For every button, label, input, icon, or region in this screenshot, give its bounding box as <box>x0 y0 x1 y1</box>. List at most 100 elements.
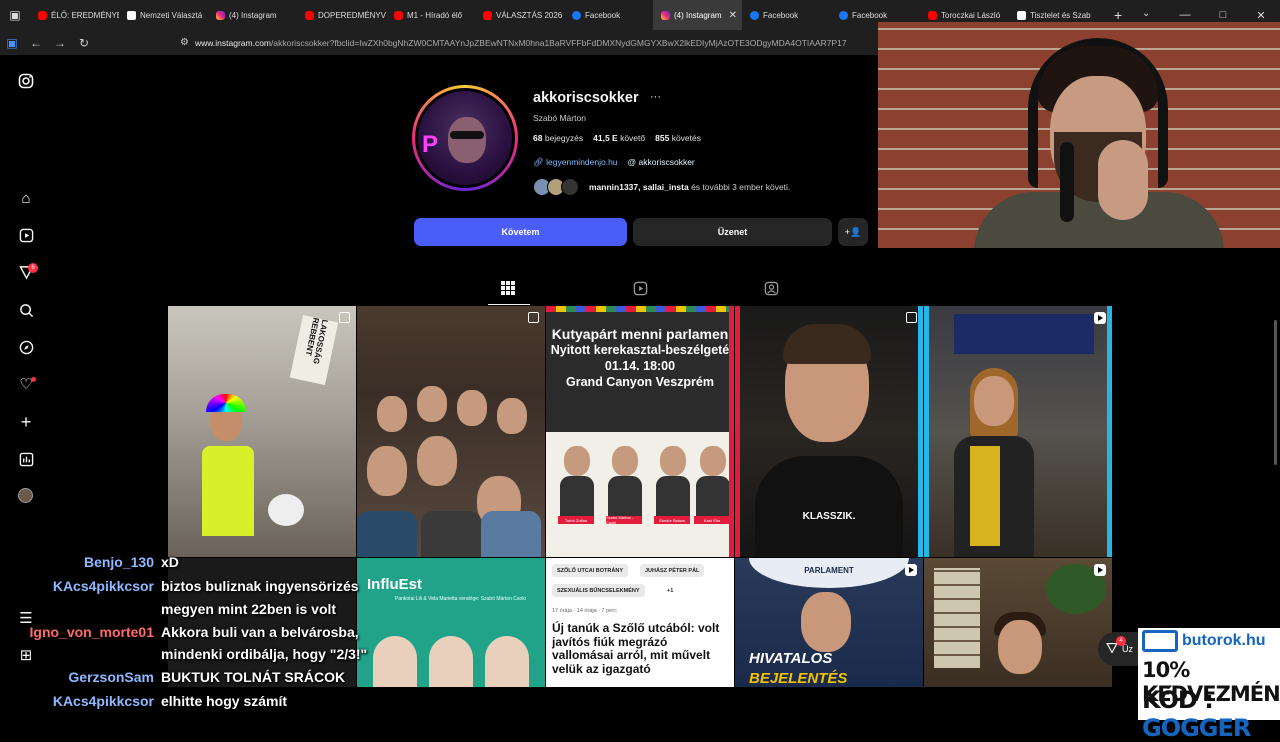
messages-badge: 4 <box>1116 636 1126 646</box>
speaker-tag: Sándor Balázs <box>654 516 690 524</box>
post-tile[interactable]: LAKOSSÁG REBBENT <box>168 306 356 557</box>
instagram-logo-icon[interactable] <box>17 72 35 90</box>
profile-avatar[interactable] <box>18 488 33 503</box>
post-tile[interactable]: Kutyapárt menni parlamen Nyitott kerekas… <box>546 306 734 557</box>
influest-logo: InfluEst <box>367 576 422 593</box>
tab-reels-icon[interactable] <box>633 281 648 299</box>
youtube-icon <box>38 10 47 20</box>
post-tile[interactable] <box>924 558 1112 687</box>
home-icon[interactable]: ⌂ <box>17 189 35 207</box>
chat-message: elhitte hogy számít <box>161 693 288 709</box>
browser-tab[interactable]: M1 - Híradó élő <box>386 0 475 30</box>
browser-tab[interactable]: Facebook <box>742 0 831 30</box>
youtube-icon <box>483 10 492 20</box>
reel-play-icon <box>905 564 917 576</box>
post-tile[interactable] <box>357 306 545 557</box>
tab-title: Nemzeti Választá <box>140 10 203 20</box>
post-title: HIVATALOS <box>749 650 833 667</box>
notification-dot <box>31 377 36 382</box>
post-tile[interactable] <box>924 306 1112 557</box>
instagram-icon <box>216 10 225 20</box>
more-options-icon[interactable]: ··· <box>650 91 661 103</box>
followed-by[interactable]: mannin1337, sallai_insta és további 3 em… <box>533 178 790 196</box>
sofa-logo-icon <box>1142 630 1178 652</box>
chat-username: Benjo_130 <box>83 554 154 570</box>
tab-title: (4) Instagram <box>229 10 277 20</box>
tab-actions-menu-icon[interactable]: ▣ <box>0 0 30 30</box>
create-plus-icon[interactable]: + <box>17 412 35 432</box>
youtube-icon <box>394 10 403 20</box>
suggest-user-button[interactable]: +👤 <box>838 218 868 246</box>
post-tile[interactable]: KLASSZIK. <box>735 306 923 557</box>
chat-message: mindenki ordibálja, hogy "2/3!" <box>161 646 368 662</box>
website-link[interactable]: 🔗︎ legyenmindenjo.hu <box>533 157 618 168</box>
post-tile[interactable]: PARLAMENT HIVATALOS BEJELENTÉS <box>735 558 923 687</box>
sponsor-brand: butorok.hu <box>1182 632 1266 649</box>
reel-play-icon <box>1094 312 1106 324</box>
event-time: 01.14. 18:00 <box>604 359 676 373</box>
sponsor-banner: butorok.hu 10% KEDVEZMÉNY KÓD : GOGGER <box>1138 628 1280 742</box>
follower-avatar <box>561 178 579 196</box>
chat-username: KAcs4pikkcsor <box>52 693 154 709</box>
explore-icon[interactable] <box>17 338 35 356</box>
facebook-icon <box>839 10 848 20</box>
event-subtitle: Nyitott kerekasztal-beszélgeté <box>550 343 730 357</box>
post-tile[interactable]: InfluEst Pankotai Lili & Vida Marietta v… <box>357 558 545 687</box>
tab-title: DOPEREDMÉNYV <box>318 10 386 20</box>
tab-title: VÁLASZTÁS 2026 <box>496 10 563 20</box>
following-stat[interactable]: 855 követés <box>655 133 701 143</box>
tab-title: M1 - Híradó élő <box>407 10 463 20</box>
notification-badge: 6 <box>28 263 38 273</box>
dashboard-icon[interactable] <box>17 450 35 468</box>
profile-links: 🔗︎ legyenmindenjo.hu @ akkoriscsokker <box>533 157 695 168</box>
youtube-icon <box>928 10 937 20</box>
maximize-icon[interactable]: □ <box>1204 9 1242 21</box>
browser-tab[interactable]: Facebook <box>564 0 653 30</box>
browser-tab[interactable]: ÉLŐ: EREDMÉNYE <box>30 0 119 30</box>
chat-message: xD <box>161 554 179 570</box>
chat-message: Akkora buli van a belvárosba, <box>161 624 359 640</box>
browser-tab[interactable]: Nemzeti Választá <box>119 0 208 30</box>
browser-tab[interactable]: VÁLASZTÁS 2026 <box>475 0 564 30</box>
post-meta: 17 órája · 14 órája · 7 perc <box>552 608 617 614</box>
profile-username: akkoriscsokker <box>533 90 639 106</box>
forward-icon[interactable]: → <box>48 36 72 50</box>
scrollbar[interactable] <box>1274 320 1277 465</box>
back-icon[interactable]: ← <box>24 36 48 50</box>
followers-stat[interactable]: 41,5 E követő <box>593 133 645 143</box>
tab-tagged-icon[interactable] <box>764 281 779 299</box>
browser-tab[interactable]: DOPEREDMÉNYV <box>297 0 386 30</box>
message-button[interactable]: Üzenet <box>633 218 832 246</box>
chevron-down-icon[interactable]: ⌄ <box>1142 8 1150 19</box>
tab-title: Facebook <box>763 10 799 20</box>
search-icon[interactable] <box>17 301 35 319</box>
following-button[interactable]: Követem <box>414 218 627 246</box>
tab-title: Facebook <box>852 10 888 20</box>
reload-icon[interactable]: ↻ <box>72 36 96 50</box>
chat-message: BUKTUK TOLNÁT SRÁCOK <box>161 669 346 685</box>
reel-play-icon <box>1094 564 1106 576</box>
carousel-icon <box>528 312 539 323</box>
profile-picture[interactable]: P <box>412 85 518 191</box>
event-title: Kutyapárt menni parlamen <box>551 326 729 342</box>
post-tile[interactable]: SZŐLŐ UTCAI BOTRÁNY JUHÁSZ PÉTER PÁL SZE… <box>546 558 734 687</box>
sidebar-toggle-icon[interactable]: ▣ <box>0 36 24 50</box>
site-info-icon[interactable]: ⚙ <box>180 37 189 48</box>
browser-tab-active[interactable]: (4) Instagram ✕ <box>653 0 742 30</box>
close-tab-icon[interactable]: ✕ <box>729 10 737 21</box>
speaker-tag: Szabó Márton - Csoki <box>606 515 642 525</box>
post-title: BEJELENTÉS <box>749 670 848 687</box>
tab-posts-grid-icon[interactable] <box>501 281 515 298</box>
minimize-icon[interactable]: — <box>1166 9 1204 21</box>
post-caption: KLASSZIK. <box>802 511 856 522</box>
close-window-icon[interactable]: ✕ <box>1242 9 1280 22</box>
url-field[interactable]: ⚙ www.instagram.com/akkoriscsokker?fbcli… <box>180 33 880 52</box>
sponsor-code: KÓD : GOGGER <box>1142 686 1251 742</box>
reels-icon[interactable] <box>17 226 35 244</box>
tab-title: Toroczkai László <box>941 10 1001 20</box>
browser-tab[interactable]: (4) Instagram <box>208 0 297 30</box>
new-tab-icon[interactable]: + <box>1114 7 1122 23</box>
topic-pill: +1 <box>667 587 674 594</box>
threads-link[interactable]: @ akkoriscsokker <box>628 157 695 168</box>
messages-pill[interactable]: 4 Üz <box>1098 632 1142 666</box>
